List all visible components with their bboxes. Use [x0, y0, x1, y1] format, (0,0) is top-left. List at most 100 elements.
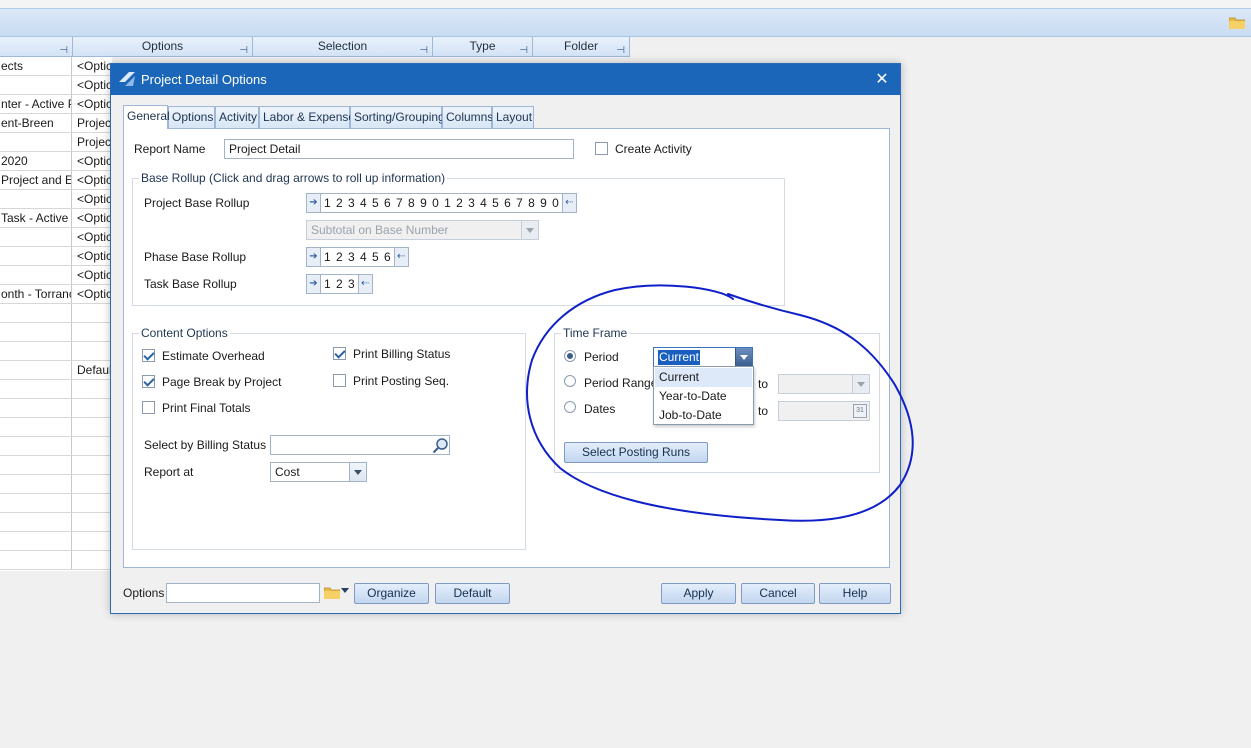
- period-option-current[interactable]: Current: [655, 368, 752, 387]
- estimate-overhead-checkbox[interactable]: [142, 349, 155, 362]
- period-option-year-to-date[interactable]: Year-to-Date: [655, 387, 752, 406]
- table-row[interactable]: [0, 475, 112, 494]
- table-row[interactable]: [0, 456, 112, 475]
- period-label: Period: [584, 350, 619, 364]
- table-row[interactable]: [0, 437, 112, 456]
- report-options-cell: [73, 551, 112, 569]
- grid-column-header-selection[interactable]: Selection ⊣: [253, 37, 433, 57]
- print-final-totals-checkbox[interactable]: [142, 401, 155, 414]
- period-range-radio[interactable]: [564, 375, 576, 387]
- pin-icon[interactable]: ⊣: [419, 41, 428, 60]
- table-row[interactable]: <Optic: [0, 228, 112, 247]
- task-base-rollup-label: Task Base Rollup: [144, 277, 237, 291]
- dialog-titlebar[interactable]: Project Detail Options ✕: [111, 64, 900, 95]
- table-row[interactable]: ects <Optic: [0, 57, 112, 76]
- table-row[interactable]: Task - Active <Optic: [0, 209, 112, 228]
- rollup-right-arrow-icon[interactable]: ⇠: [393, 248, 408, 266]
- period-option-job-to-date[interactable]: Job-to-Date: [655, 406, 752, 425]
- page-break-checkbox[interactable]: [142, 375, 155, 388]
- folder-icon[interactable]: [1229, 16, 1245, 29]
- report-options-cell: Defaul: [77, 363, 112, 377]
- table-row[interactable]: <Optic: [0, 247, 112, 266]
- tab-layout[interactable]: Layout: [492, 106, 534, 128]
- phase-base-rollup[interactable]: ➔ 1 2 3 4 5 6 ⇠: [306, 247, 409, 267]
- rollup-right-arrow-icon[interactable]: ⇠: [357, 275, 372, 293]
- dates-radio[interactable]: [564, 401, 576, 413]
- close-icon[interactable]: ✕: [870, 64, 894, 95]
- tab-general[interactable]: General: [123, 105, 170, 129]
- print-final-totals-label: Print Final Totals: [162, 401, 251, 415]
- report-name-input[interactable]: Project Detail: [224, 139, 574, 159]
- options-input[interactable]: [166, 583, 320, 603]
- print-billing-status-checkbox[interactable]: [333, 347, 346, 360]
- select-posting-runs-button[interactable]: Select Posting Runs: [564, 442, 708, 463]
- project-detail-options-dialog: Project Detail Options ✕ General Options…: [110, 63, 901, 614]
- tab-options[interactable]: Options: [168, 106, 215, 128]
- chevron-down-icon[interactable]: [735, 348, 752, 366]
- grid-column-header-folder[interactable]: Folder ⊣: [533, 37, 630, 57]
- table-row[interactable]: onth - Torranc <Optic: [0, 285, 112, 304]
- cancel-button[interactable]: Cancel: [741, 583, 815, 604]
- table-row[interactable]: 2020 <Optic: [0, 152, 112, 171]
- table-row[interactable]: [0, 342, 112, 361]
- task-base-rollup[interactable]: ➔ 1 2 3 ⇠: [306, 274, 373, 294]
- tab-labor-expense[interactable]: Labor & Expense: [259, 106, 355, 128]
- rollup-right-arrow-icon[interactable]: ⇠: [561, 194, 576, 212]
- period-range-end-select: [778, 374, 870, 394]
- billing-status-input[interactable]: [270, 435, 450, 455]
- report-name-cell: Project and E: [1, 171, 72, 189]
- pin-icon[interactable]: ⊣: [616, 41, 625, 60]
- search-icon[interactable]: [432, 437, 449, 454]
- organize-button[interactable]: Organize: [354, 583, 429, 604]
- table-row[interactable]: [0, 494, 112, 513]
- table-row[interactable]: <Optic: [0, 76, 112, 95]
- table-row[interactable]: [0, 418, 112, 437]
- chevron-down-icon[interactable]: [341, 588, 349, 593]
- tab-activity[interactable]: Activity: [215, 106, 259, 128]
- rollup-left-arrow-icon[interactable]: ➔: [307, 194, 321, 212]
- table-row[interactable]: [0, 323, 112, 342]
- report-options-cell: <Optic: [77, 59, 112, 73]
- tab-columns[interactable]: Columns: [442, 106, 493, 128]
- table-row[interactable]: ent-Breen Projec: [0, 114, 112, 133]
- table-row[interactable]: [0, 513, 112, 532]
- grid-column-header-type[interactable]: Type ⊣: [433, 37, 533, 57]
- pin-icon[interactable]: ⊣: [239, 41, 248, 60]
- create-activity-label: Create Activity: [615, 142, 692, 156]
- table-row[interactable]: <Optic: [0, 266, 112, 285]
- report-name-cell: [0, 266, 72, 284]
- period-dropdown-list: Current Year-to-Date Job-to-Date: [653, 366, 754, 425]
- project-base-rollup-label: Project Base Rollup: [144, 196, 250, 210]
- report-at-label: Report at: [144, 465, 194, 479]
- table-row[interactable]: Projec: [0, 133, 112, 152]
- grid-column-header[interactable]: ⊣: [0, 37, 73, 57]
- table-row[interactable]: nter - Active P <Optic: [0, 95, 112, 114]
- report-at-select[interactable]: Cost: [270, 462, 367, 482]
- rollup-left-arrow-icon[interactable]: ➔: [307, 248, 321, 266]
- folder-icon[interactable]: [324, 586, 340, 599]
- table-row[interactable]: [0, 399, 112, 418]
- table-row[interactable]: [0, 304, 112, 323]
- pin-icon[interactable]: ⊣: [519, 41, 528, 60]
- table-row[interactable]: Project and E <Optic: [0, 171, 112, 190]
- apply-button[interactable]: Apply: [661, 583, 736, 604]
- table-row[interactable]: Defaul: [0, 361, 112, 380]
- report-options-cell: <Optic: [77, 287, 112, 301]
- grid-column-header-options[interactable]: Options ⊣: [73, 37, 253, 57]
- print-posting-seq-checkbox[interactable]: [333, 374, 346, 387]
- project-base-rollup[interactable]: ➔ 1 2 3 4 5 6 7 8 9 0 1 2 3 4 5 6 7 8 9 …: [306, 193, 577, 213]
- rollup-left-arrow-icon[interactable]: ➔: [307, 275, 321, 293]
- table-row[interactable]: <Optic: [0, 190, 112, 209]
- report-options-cell: [73, 494, 112, 512]
- table-row[interactable]: [0, 532, 112, 551]
- default-button[interactable]: Default: [435, 583, 510, 604]
- chevron-down-icon[interactable]: [349, 463, 366, 481]
- table-row[interactable]: [0, 380, 112, 399]
- table-row[interactable]: [0, 551, 112, 570]
- create-activity-checkbox[interactable]: [595, 142, 608, 155]
- period-radio[interactable]: [564, 350, 576, 362]
- help-button[interactable]: Help: [819, 583, 891, 604]
- tab-sorting-grouping[interactable]: Sorting/Grouping: [350, 106, 445, 128]
- period-select[interactable]: Current: [653, 347, 753, 367]
- report-options-cell: Projec: [77, 135, 112, 149]
